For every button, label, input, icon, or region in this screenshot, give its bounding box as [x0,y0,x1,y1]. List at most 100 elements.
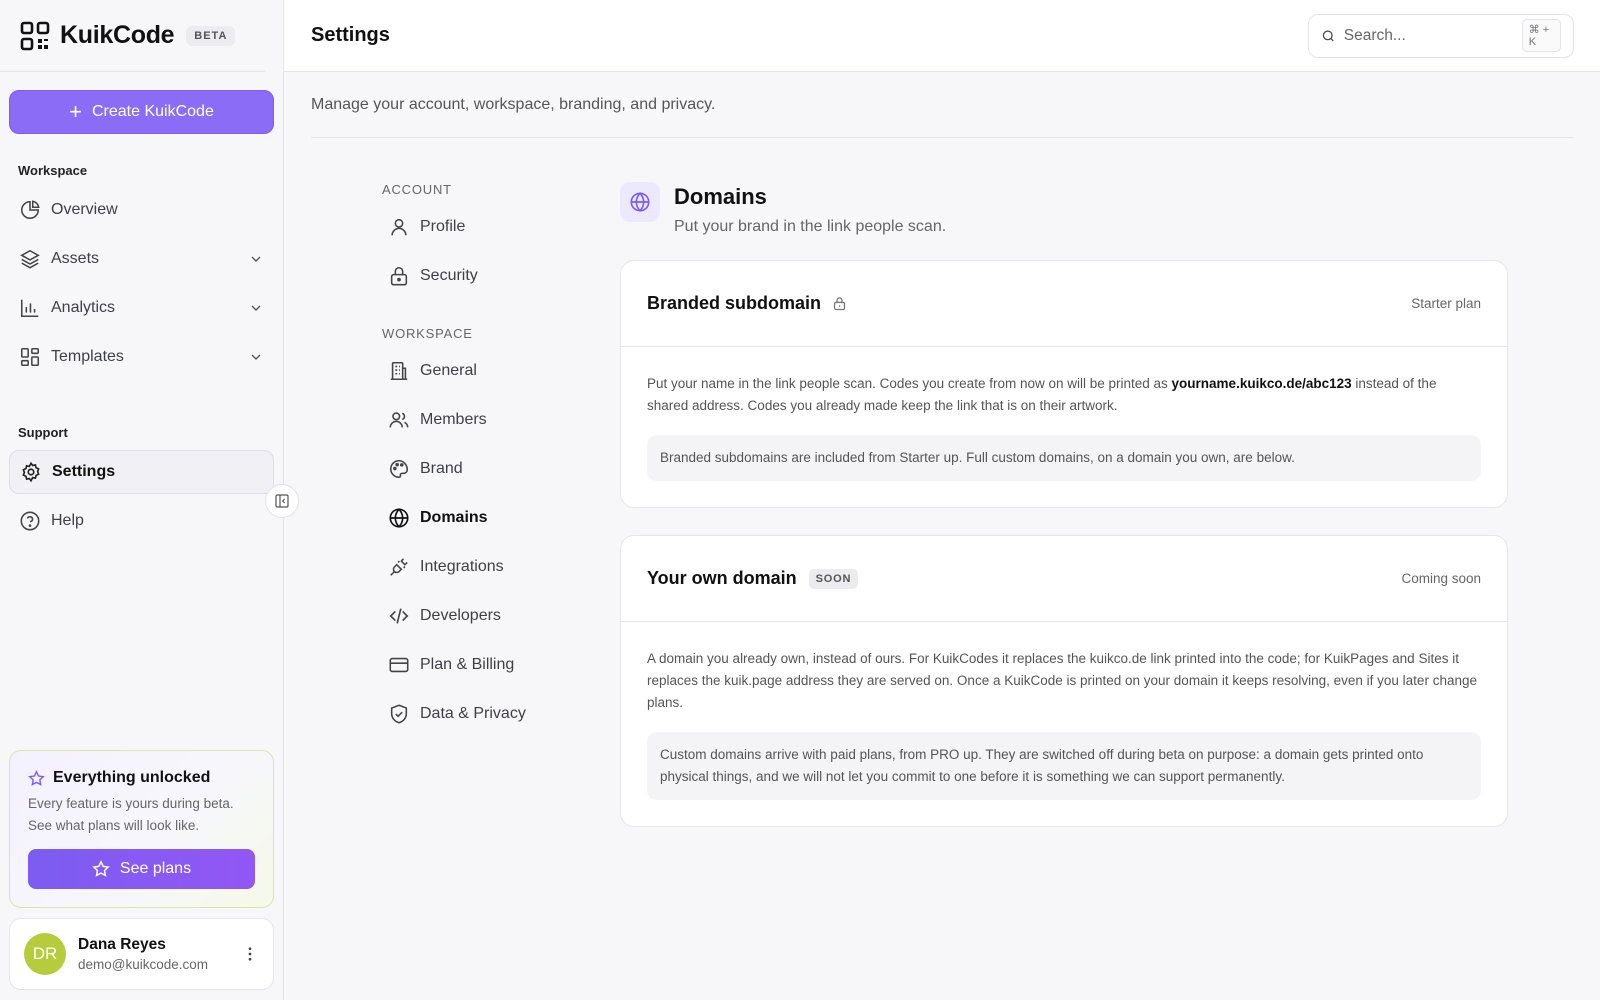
sidebar-item-templates[interactable]: Templates [9,335,274,379]
lock-icon [833,297,846,311]
chevron-down-icon[interactable] [248,300,264,316]
gear-icon [22,461,40,483]
building-icon [390,361,408,381]
workspace-nav: Overview Assets Analytics Templates [0,188,283,384]
qr-logo-icon [20,21,50,50]
unlock-title: Everything unlocked [28,769,255,787]
settings-nav-label: Domains [420,509,488,526]
chevron-down-icon[interactable] [248,251,264,267]
sidebar-item-label: Help [51,512,84,529]
sidebar-item-label: Templates [51,348,124,365]
availability-status: Coming soon [1401,571,1481,586]
sidebar-item-label: Assets [51,250,100,267]
panel-globe-badge [620,182,660,222]
settings-nav-label: Security [420,267,478,284]
settings-nav-profile[interactable]: Profile [382,205,620,249]
create-kuikcode-label: Create KuikCode [92,103,214,120]
account-group: ACCOUNT Profile Security [382,182,620,298]
beta-badge: BETA [186,25,236,46]
settings-nav: ACCOUNT Profile Security WORKSPACE Gener… [284,138,620,854]
settings-nav-label: Brand [420,460,463,477]
settings-nav-label: Developers [420,607,501,624]
sidebar-item-help[interactable]: Help [9,499,274,543]
card-description-part: Put your name in the link people scan. C… [647,376,1172,391]
sidebar-item-assets[interactable]: Assets [9,237,274,281]
see-plans-label: See plans [119,860,192,877]
topbar: Settings ⌘ + K [284,0,1600,72]
search-input[interactable] [1343,26,1514,45]
soon-badge: SOON [808,568,859,589]
settings-nav-data-privacy[interactable]: Data & Privacy [382,692,620,736]
sidebar-item-settings[interactable]: Settings [9,450,274,494]
page-title: Settings [311,24,390,46]
domains-panel: Domains Put your brand in the link peopl… [620,138,1508,854]
bar-chart-icon [20,299,39,318]
lock-icon [390,266,408,286]
plug-icon [390,558,408,576]
settings-nav-domains[interactable]: Domains [382,496,620,540]
sidebar-collapse-icon [275,494,289,508]
settings-nav-label: Data & Privacy [420,705,526,722]
unlock-title-text: Everything unlocked [53,769,211,786]
user-name: Dana Reyes [78,936,166,953]
support-nav: Settings Help [0,450,283,548]
help-circle-icon [20,511,40,531]
sidebar-item-label: Settings [52,463,116,480]
settings-nav-members[interactable]: Members [382,398,620,442]
panel-subtitle: Put your brand in the link people scan. [674,218,947,235]
subdomain-example: yourname.kuikco.de/abc123 [1171,376,1352,391]
create-kuikcode-button[interactable]: + Create KuikCode [9,90,274,134]
settings-nav-brand[interactable]: Brand [382,447,620,491]
settings-subtitle: Manage your account, workspace, branding… [311,72,1574,138]
card-header: Branded subdomain Starter plan [621,261,1507,347]
settings-nav-label: General [420,362,477,379]
avatar: DR [24,933,66,975]
settings-content: ACCOUNT Profile Security WORKSPACE Gener… [284,138,1600,854]
settings-nav-plan-billing[interactable]: Plan & Billing [382,643,620,687]
brand-header: KuikCode BETA [0,0,265,72]
user-card[interactable]: DR Dana Reyes demo@kuikcode.com [9,918,274,990]
settings-nav-security[interactable]: Security [382,254,620,298]
settings-nav-label: Members [420,411,487,428]
settings-nav-label: Integrations [420,558,504,575]
star-icon [28,769,45,786]
app-root: KuikCode BETA + Create KuikCode Workspac… [0,0,1600,1000]
code-icon [389,608,409,624]
chevron-down-icon[interactable] [248,349,264,365]
workspace-group-label: WORKSPACE [382,326,473,341]
settings-nav-general[interactable]: General [382,349,620,393]
see-plans-button[interactable]: See plans [28,849,255,889]
palette-icon [390,459,409,479]
workspace-group: WORKSPACE General Members Brand Domains … [382,326,620,736]
branded-subdomain-card: Branded subdomain Starter plan Put your … [620,260,1508,508]
brand-name: KuikCode [60,21,175,49]
layers-icon [20,249,40,269]
sidebar-item-label: Analytics [51,299,116,316]
card-body: A domain you already own, instead of our… [621,622,1507,826]
settings-nav-integrations[interactable]: Integrations [382,545,620,589]
everything-unlocked-card: Everything unlocked Every feature is you… [9,750,274,908]
search-box[interactable]: ⌘ + K [1308,13,1574,58]
card-note: Custom domains arrive with paid plans, f… [647,732,1481,800]
globe-icon [389,508,409,528]
users-icon [389,412,409,428]
sidebar: KuikCode BETA + Create KuikCode Workspac… [0,0,299,1000]
collapse-sidebar-button[interactable] [265,484,299,518]
support-section-label: Support [18,425,68,440]
more-vertical-icon[interactable] [241,945,259,963]
plus-icon: + [69,99,82,124]
settings-nav-label: Profile [420,218,466,235]
sidebar-item-label: Overview [51,201,118,218]
panel-title: Domains [674,184,767,209]
user-email: demo@kuikcode.com [78,957,209,972]
card-body: Put your name in the link people scan. C… [621,347,1507,507]
panel-header: Domains Put your brand in the link peopl… [620,182,1508,236]
sidebar-item-analytics[interactable]: Analytics [9,286,274,330]
search-shortcut-badge: ⌘ + K [1521,19,1561,52]
panel-heading-text: Domains Put your brand in the link peopl… [674,182,946,236]
card-title: Your own domain [647,568,797,588]
sidebar-item-overview[interactable]: Overview [9,188,274,232]
globe-icon [630,192,650,212]
settings-nav-developers[interactable]: Developers [382,594,620,638]
user-icon [391,218,407,236]
